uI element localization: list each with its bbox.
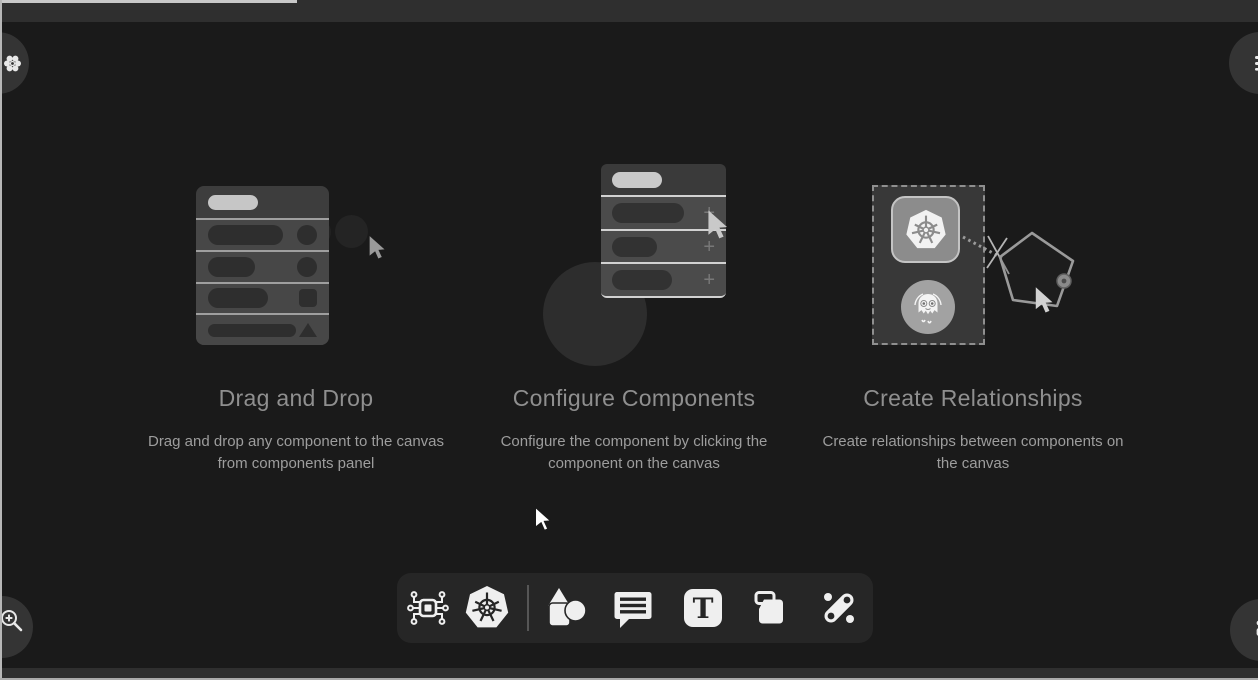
relationship-cursor-icon — [1032, 286, 1055, 313]
top-bar — [0, 0, 1258, 22]
kubernetes-logo — [903, 207, 949, 253]
square-shape — [299, 289, 317, 307]
toolbar-divider — [527, 585, 529, 631]
components-panel-illustration — [196, 186, 329, 345]
hint-desc-drag-and-drop: Drag and drop any component to the canva… — [136, 431, 456, 475]
component-row — [196, 218, 329, 250]
row-pill — [612, 270, 672, 290]
components-graph-icon[interactable] — [404, 584, 452, 632]
clipped-action-icon — [1254, 619, 1258, 641]
zoom-fab[interactable] — [0, 596, 33, 658]
shapes-icon[interactable] — [542, 584, 590, 632]
kubernetes-node — [891, 196, 960, 263]
drag-cursor-icon — [366, 235, 387, 259]
component-row — [196, 313, 329, 345]
row-pill — [208, 288, 268, 308]
plus-icon: + — [703, 237, 715, 257]
relationship-link-icon[interactable] — [815, 584, 863, 632]
header-pill — [612, 172, 662, 188]
hint-title-drag-and-drop: Drag and Drop — [116, 385, 476, 412]
row-pill — [208, 257, 255, 277]
right-top-fab[interactable] — [1229, 32, 1258, 94]
drag-ghost-circle — [335, 215, 368, 248]
row-pill — [208, 324, 296, 337]
row-pill — [612, 203, 684, 223]
configure-cursor-icon — [704, 209, 730, 239]
row-pill — [612, 237, 657, 257]
canvas-toolbar: T — [397, 573, 873, 643]
header-pill — [208, 195, 258, 210]
flower-menu-icon — [3, 54, 22, 73]
triangle-shape — [299, 323, 317, 337]
hint-title-configure-components: Configure Components — [454, 385, 814, 412]
loading-progress-line — [0, 0, 297, 3]
squid-mascot-node — [901, 280, 955, 334]
save-icon[interactable] — [748, 584, 796, 632]
right-bottom-fab[interactable] — [1230, 599, 1258, 661]
window-left-border — [0, 0, 2, 680]
config-row: + — [601, 262, 726, 296]
canvas-page: { "colors": { "canvas_bg": "#1a1a1a", "b… — [0, 0, 1258, 680]
svg-text:T: T — [693, 592, 714, 625]
plus-icon: + — [703, 270, 715, 290]
clipped-action-icon — [1253, 54, 1258, 72]
kubernetes-icon[interactable] — [463, 584, 511, 632]
mouse-cursor — [534, 506, 551, 531]
menu-fab[interactable] — [0, 32, 29, 94]
bottom-bar — [0, 668, 1258, 678]
component-row — [196, 282, 329, 314]
component-row — [196, 250, 329, 282]
comment-icon[interactable] — [609, 584, 657, 632]
zoom-in-icon — [0, 608, 25, 634]
text-icon[interactable]: T — [679, 584, 727, 632]
circle-shape — [297, 257, 317, 277]
panel-header — [196, 186, 329, 218]
hint-desc-configure-components: Configure the component by clicking the … — [474, 431, 794, 475]
hint-title-create-relationships: Create Relationships — [793, 385, 1153, 412]
squid-mascot-logo — [910, 288, 946, 326]
panel-header — [601, 164, 726, 195]
row-pill — [208, 225, 283, 245]
circle-shape — [297, 225, 317, 245]
hint-desc-create-relationships: Create relationships between components … — [813, 431, 1133, 475]
